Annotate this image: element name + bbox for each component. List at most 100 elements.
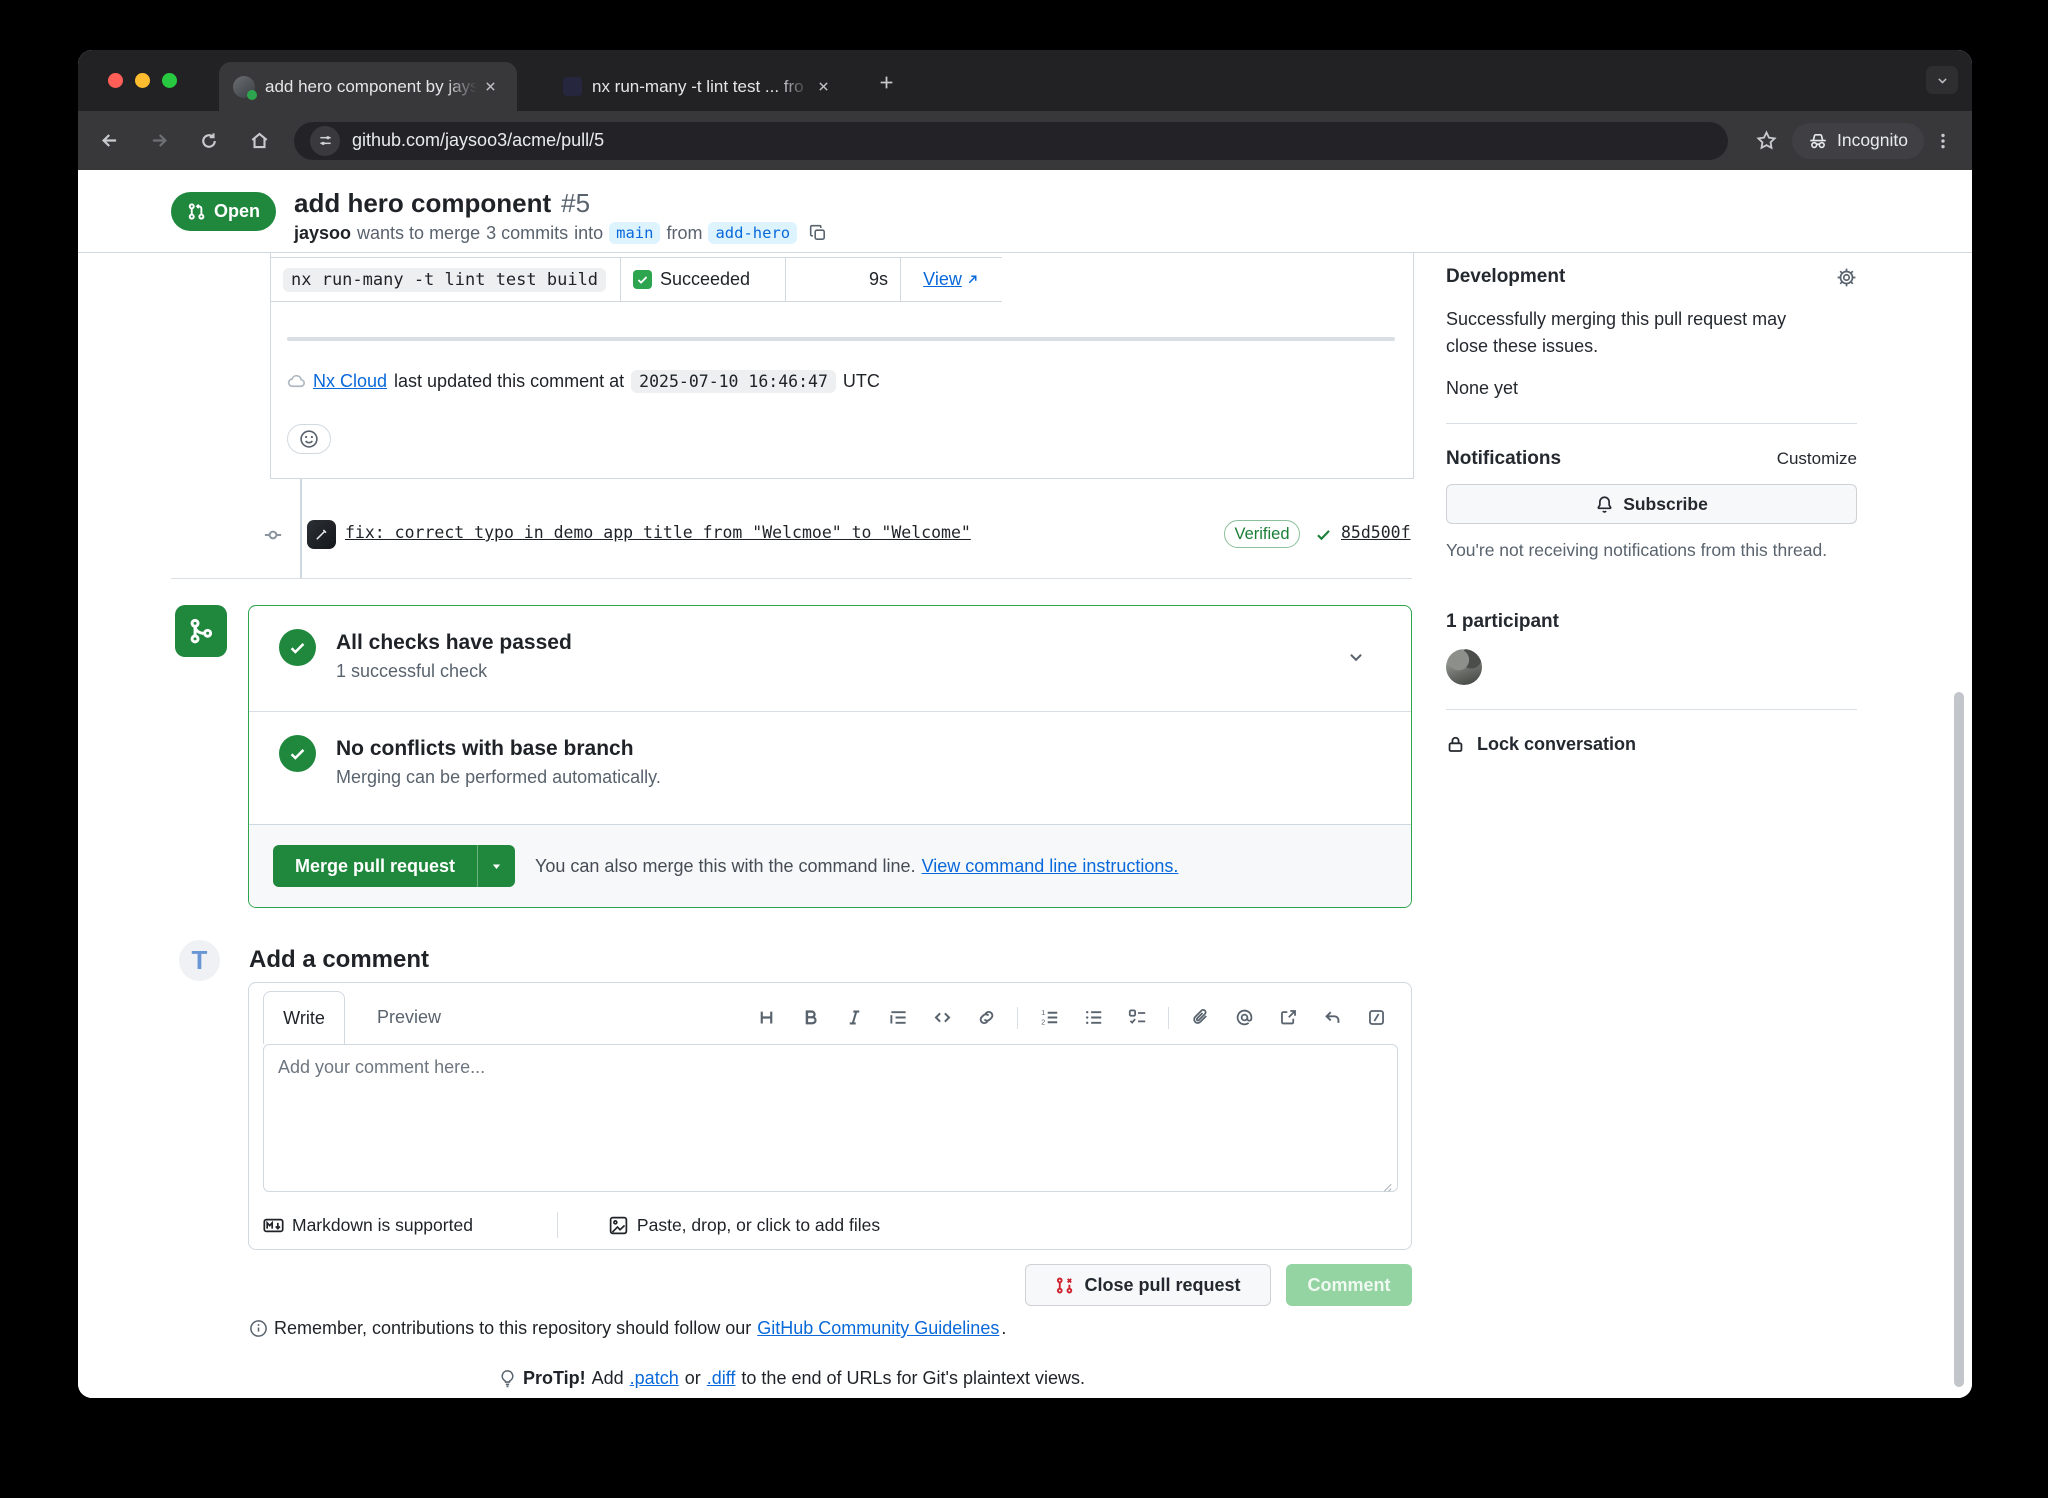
quote-icon[interactable]	[881, 1001, 915, 1035]
commit-author-avatar[interactable]	[307, 520, 336, 549]
check-duration-cell: 9s	[786, 258, 901, 301]
patch-link[interactable]: .patch	[630, 1368, 679, 1389]
merge-pull-request-button[interactable]: Merge pull request	[273, 845, 515, 887]
commit-sha-link[interactable]: 85d500f	[1341, 523, 1411, 542]
chevron-down-icon[interactable]	[1347, 648, 1365, 666]
nx-cloud-link[interactable]: Nx Cloud	[313, 371, 387, 392]
code-icon[interactable]	[925, 1001, 959, 1035]
markdown-icon	[263, 1215, 284, 1236]
close-tab-icon[interactable]	[810, 74, 836, 100]
italic-icon[interactable]	[837, 1001, 871, 1035]
tab-preview[interactable]: Preview	[359, 991, 459, 1044]
no-conflicts-title: No conflicts with base branch	[336, 735, 661, 762]
cross-reference-icon[interactable]	[1271, 1001, 1305, 1035]
pr-from-text: from	[666, 223, 702, 244]
address-bar[interactable]: github.com/jaysoo3/acme/pull/5	[294, 122, 1728, 160]
merge-button-label: Merge pull request	[273, 845, 477, 887]
back-button[interactable]	[90, 122, 128, 160]
attach-files-button[interactable]: Paste, drop, or click to add files	[608, 1215, 880, 1236]
current-user-avatar[interactable]: T	[179, 940, 220, 981]
participant-avatar[interactable]	[1446, 649, 1482, 685]
zoom-window-button[interactable]	[162, 73, 177, 88]
tab-search-button[interactable]	[1926, 66, 1958, 94]
browser-menu-icon[interactable]	[1924, 122, 1962, 160]
comment-button[interactable]: Comment	[1286, 1264, 1412, 1306]
reload-button[interactable]	[190, 122, 228, 160]
gear-icon[interactable]	[1836, 267, 1857, 288]
checks-passed-title: All checks have passed	[336, 629, 572, 656]
attach-file-icon[interactable]	[1183, 1001, 1217, 1035]
subscribe-button[interactable]: Subscribe	[1446, 484, 1857, 524]
development-heading: Development	[1446, 266, 1565, 288]
merge-options-caret[interactable]	[477, 845, 515, 887]
pr-sidebar: Development Successfully merging this pu…	[1446, 266, 1857, 755]
comment-hr	[287, 337, 1395, 341]
check-run-row: nx run-many -t lint test build Succeeded…	[270, 257, 1002, 302]
markdown-supported-link[interactable]: Markdown is supported	[263, 1215, 473, 1236]
site-controls-icon[interactable]	[310, 126, 340, 156]
mention-icon[interactable]	[1227, 1001, 1261, 1035]
head-branch-label[interactable]: add-hero	[708, 222, 797, 244]
close-tab-icon[interactable]	[477, 74, 503, 100]
tab-nx-run[interactable]: nx run-many -t lint test ... fro	[549, 62, 851, 111]
nx-cloud-timestamp: 2025-07-10 16:46:47	[631, 370, 836, 393]
external-arrow-icon	[966, 273, 979, 286]
unordered-list-icon[interactable]	[1076, 1001, 1110, 1035]
scrollbar-thumb[interactable]	[1954, 692, 1964, 1387]
sidebar-divider	[1446, 709, 1857, 710]
pr-author[interactable]: jaysoo	[294, 223, 351, 244]
tab-strip: add hero component by jayso nx run-many …	[78, 50, 1972, 111]
close-window-button[interactable]	[108, 73, 123, 88]
bookmark-star-icon[interactable]	[1748, 122, 1786, 160]
slash-command-icon[interactable]	[1359, 1001, 1393, 1035]
comment-form-footer: Markdown is supported Paste, drop, or cl…	[263, 1205, 880, 1245]
community-guidelines-link[interactable]: GitHub Community Guidelines	[757, 1318, 999, 1339]
github-avatar-favicon	[233, 76, 255, 98]
close-pull-request-button[interactable]: Close pull request	[1025, 1264, 1271, 1306]
home-button[interactable]	[240, 122, 278, 160]
cli-instructions-link[interactable]: View command line instructions.	[922, 856, 1179, 877]
task-list-icon[interactable]	[1120, 1001, 1154, 1035]
verified-badge: Verified	[1224, 520, 1300, 548]
new-tab-button[interactable]	[878, 74, 895, 91]
heading-icon[interactable]	[749, 1001, 783, 1035]
commit-message-link[interactable]: fix: correct typo in demo app title from…	[345, 523, 971, 542]
nx-favicon	[563, 77, 582, 96]
diff-link[interactable]: .diff	[707, 1368, 736, 1389]
copy-icon[interactable]	[809, 224, 827, 242]
bold-icon[interactable]	[793, 1001, 827, 1035]
development-none-yet: None yet	[1446, 378, 1857, 399]
view-link[interactable]: View	[923, 269, 979, 290]
ordered-list-icon[interactable]: 12	[1032, 1001, 1066, 1035]
merge-actions-footer: Merge pull request You can also merge th…	[249, 824, 1411, 907]
base-branch-label[interactable]: main	[609, 222, 660, 244]
browser-toolbar: github.com/jaysoo3/acme/pull/5 Incognito	[78, 111, 1972, 170]
toolbar-divider	[1017, 1007, 1018, 1029]
notifications-heading: Notifications	[1446, 448, 1561, 470]
pr-title: add hero component	[294, 188, 551, 219]
incognito-badge[interactable]: Incognito	[1792, 123, 1924, 159]
pr-commit-count[interactable]: 3 commits	[486, 223, 568, 244]
url-text: github.com/jaysoo3/acme/pull/5	[352, 130, 604, 151]
tab-pull-request[interactable]: add hero component by jayso	[219, 62, 517, 111]
nx-cloud-tz: UTC	[843, 371, 880, 392]
pr-number: #5	[561, 188, 590, 219]
tab-write[interactable]: Write	[263, 991, 345, 1044]
comment-input[interactable]	[263, 1044, 1398, 1192]
reply-icon[interactable]	[1315, 1001, 1349, 1035]
nx-cloud-comment: nx run-many -t lint test build Succeeded…	[270, 252, 1414, 479]
pr-into-text: into	[574, 223, 603, 244]
success-emoji-icon	[633, 270, 652, 289]
checks-passed-sub: 1 successful check	[336, 661, 572, 682]
lock-conversation-button[interactable]: Lock conversation	[1446, 734, 1857, 755]
check-view-cell: View	[901, 258, 1001, 301]
pr-action-text: wants to merge	[357, 223, 480, 244]
link-icon[interactable]	[969, 1001, 1003, 1035]
image-icon	[608, 1215, 629, 1236]
success-check-icon	[279, 735, 316, 772]
add-reaction-button[interactable]	[287, 424, 331, 454]
forward-button[interactable]	[140, 122, 178, 160]
minimize-window-button[interactable]	[135, 73, 150, 88]
resize-grip[interactable]	[1379, 1179, 1393, 1193]
customize-link[interactable]: Customize	[1777, 449, 1857, 469]
